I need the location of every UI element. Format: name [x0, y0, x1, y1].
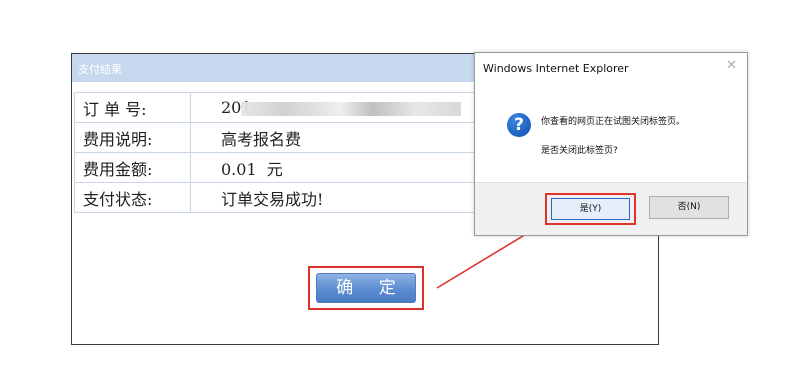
dialog-title: Windows Internet Explorer [483, 62, 629, 75]
dialog-message: 你查看的网页正在试图关闭标签页。 [541, 117, 686, 127]
question-icon: ? [507, 113, 531, 137]
yes-highlight: 是(Y) [545, 193, 636, 225]
ie-close-tab-dialog: Windows Internet Explorer ✕ ? 你查看的网页正在试图… [474, 52, 748, 236]
close-icon[interactable]: ✕ [726, 58, 737, 73]
no-button[interactable]: 否(N) [649, 196, 729, 219]
yes-button[interactable]: 是(Y) [551, 198, 630, 220]
dialog-footer: 是(Y) 否(N) [475, 182, 747, 235]
dialog-question: 是否关闭此标签页? [541, 146, 618, 156]
